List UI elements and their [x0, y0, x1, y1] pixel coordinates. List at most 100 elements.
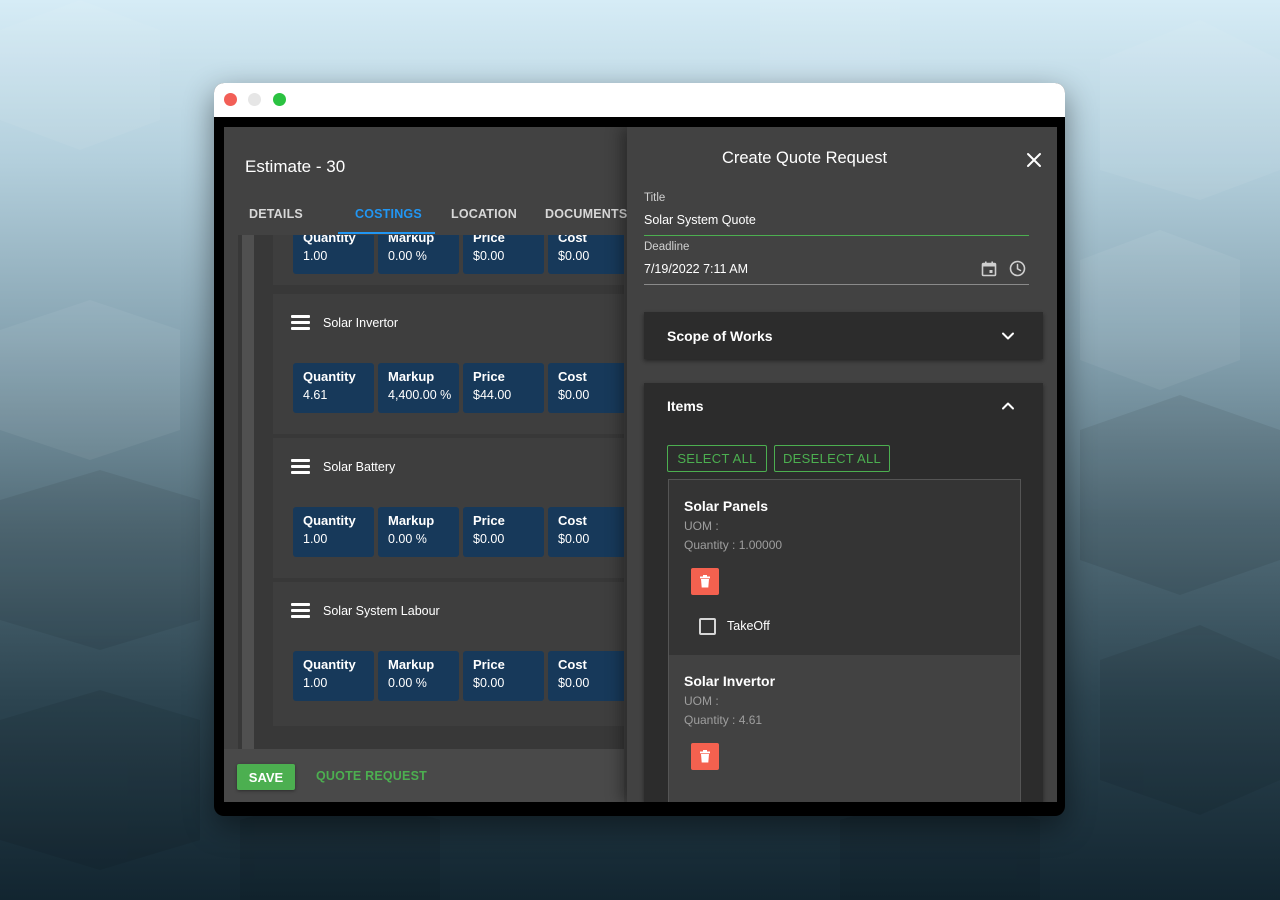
- card-label: Quantity: [303, 369, 356, 384]
- scope-of-works-panel[interactable]: Scope of Works: [644, 312, 1043, 359]
- tab-details[interactable]: DETAILS: [249, 207, 303, 221]
- card-value: $0.00: [473, 249, 505, 263]
- chevron-up-icon[interactable]: [1000, 398, 1016, 414]
- drag-handle-icon[interactable]: [291, 315, 310, 331]
- deadline-field-label: Deadline: [644, 241, 690, 253]
- drag-handle-icon[interactable]: [291, 459, 310, 475]
- app-window: Estimate - 30 DETAILS COSTINGS LOCATION …: [214, 83, 1065, 816]
- cost-card[interactable]: Cost $0.00: [548, 651, 624, 701]
- card-value: 1.00: [303, 676, 328, 690]
- window-maximize-button[interactable]: [273, 93, 286, 106]
- cost-cards: Quantity 1.00 Markup 0.00 % Price $0.00 Cos…: [293, 507, 624, 557]
- card-label: Markup: [388, 513, 435, 528]
- quote-item-uom: UOM :: [684, 694, 719, 708]
- title-input-underline: [644, 235, 1029, 236]
- cost-item-group: Solar Invertor Quantity 4.61 Markup 4,400.…: [273, 294, 624, 434]
- card-label: Cost: [558, 369, 587, 384]
- takeoff-checkbox[interactable]: [699, 618, 716, 635]
- drawer-title: Create Quote Request: [721, 149, 888, 167]
- tab-location[interactable]: LOCATION: [451, 207, 517, 221]
- quantity-card[interactable]: Quantity 1.00: [293, 235, 374, 274]
- markup-card[interactable]: Markup 0.00 %: [378, 507, 459, 557]
- list-rail: [242, 235, 254, 753]
- markup-card[interactable]: Markup 0.00 %: [378, 651, 459, 701]
- card-value: $0.00: [473, 532, 505, 546]
- card-value: 1.00: [303, 249, 328, 263]
- cost-item-group: Quantity 1.00 Markup 0.00 % Price $0.00 Cos…: [273, 235, 624, 285]
- costings-list[interactable]: Quantity 1.00 Markup 0.00 % Price $0.00 Cos…: [238, 235, 624, 753]
- quote-request-drawer: Create Quote Request Title Solar System …: [627, 127, 1057, 802]
- card-label: Quantity: [303, 235, 356, 245]
- quote-item-quantity: Quantity : 1.00000: [684, 538, 783, 552]
- cost-item-group: Solar Battery Quantity 1.00 Markup 0.00 % …: [273, 438, 624, 578]
- price-card[interactable]: Price $0.00: [463, 235, 544, 274]
- trash-icon: [700, 750, 710, 763]
- cost-cards: Quantity 1.00 Markup 0.00 % Price $0.00 Cos…: [293, 651, 624, 701]
- deselect-all-button[interactable]: DESELECT ALL: [774, 445, 890, 472]
- save-button[interactable]: SAVE: [237, 764, 295, 790]
- card-label: Cost: [558, 235, 587, 245]
- cost-cards: Quantity 4.61 Markup 4,400.00 % Price $44.0…: [293, 363, 624, 413]
- close-icon[interactable]: [1025, 151, 1043, 169]
- window-minimize-button[interactable]: [248, 93, 261, 106]
- card-value: $0.00: [558, 388, 590, 402]
- calendar-icon[interactable]: [981, 261, 997, 277]
- card-value: $0.00: [558, 249, 590, 263]
- quantity-card[interactable]: Quantity 1.00: [293, 507, 374, 557]
- card-label: Price: [473, 369, 505, 384]
- card-label: Markup: [388, 369, 435, 384]
- quote-request-button[interactable]: QUOTE REQUEST: [316, 769, 427, 783]
- estimate-footer: SAVE QUOTE REQUEST: [224, 749, 624, 802]
- card-label: Markup: [388, 235, 435, 245]
- estimate-panel: Estimate - 30 DETAILS COSTINGS LOCATION …: [224, 127, 627, 802]
- quote-item-name: Solar Invertor: [684, 673, 776, 689]
- card-label: Quantity: [303, 657, 356, 672]
- price-card[interactable]: Price $0.00: [463, 507, 544, 557]
- takeoff-label: TakeOff: [727, 619, 770, 633]
- card-label: Price: [473, 513, 505, 528]
- card-value: 0.00 %: [388, 676, 427, 690]
- cost-cards: Quantity 1.00 Markup 0.00 % Price $0.00 Cos…: [293, 235, 624, 274]
- window-titlebar: [214, 83, 1065, 117]
- title-field-label: Title: [644, 192, 666, 204]
- card-value: 0.00 %: [388, 532, 427, 546]
- quote-item-quantity: Quantity : 4.61: [684, 713, 763, 727]
- trash-icon: [700, 575, 710, 588]
- cost-card[interactable]: Cost $0.00: [548, 363, 624, 413]
- cost-card[interactable]: Cost $0.00: [548, 507, 624, 557]
- title-input[interactable]: Solar System Quote: [644, 213, 756, 227]
- card-value: 4.61: [303, 388, 328, 402]
- active-tab-indicator: [338, 232, 435, 234]
- card-value: $0.00: [558, 532, 590, 546]
- scope-panel-title: Scope of Works: [667, 328, 773, 344]
- markup-card[interactable]: Markup 0.00 %: [378, 235, 459, 274]
- tab-documents[interactable]: DOCUMENTS: [545, 207, 627, 221]
- deadline-input[interactable]: 7/19/2022 7:11 AM: [644, 262, 748, 276]
- price-card[interactable]: Price $0.00: [463, 651, 544, 701]
- deadline-input-underline: [644, 284, 1029, 285]
- tab-costings[interactable]: COSTINGS: [355, 207, 422, 221]
- quote-item-name: Solar Panels: [684, 498, 769, 514]
- card-label: Price: [473, 657, 505, 672]
- delete-item-button[interactable]: [691, 568, 719, 595]
- card-value: $0.00: [558, 676, 590, 690]
- clock-icon[interactable]: [1009, 260, 1026, 277]
- page-title: Estimate - 30: [245, 157, 346, 176]
- markup-card[interactable]: Markup 4,400.00 %: [378, 363, 459, 413]
- card-label: Price: [473, 235, 505, 245]
- quote-item-card: Solar Panels UOM : Quantity : 1.00000 Ta…: [668, 479, 1021, 655]
- card-value: $44.00: [473, 388, 512, 402]
- card-label: Quantity: [303, 513, 356, 528]
- chevron-down-icon[interactable]: [1000, 328, 1016, 344]
- delete-item-button[interactable]: [691, 743, 719, 770]
- window-close-button[interactable]: [224, 93, 237, 106]
- price-card[interactable]: Price $44.00: [463, 363, 544, 413]
- card-value: 4,400.00 %: [388, 388, 452, 402]
- drag-handle-icon[interactable]: [291, 603, 310, 619]
- select-all-button[interactable]: SELECT ALL: [667, 445, 767, 472]
- items-panel-title: Items: [667, 398, 704, 414]
- cost-item-name: Solar System Labour: [323, 604, 440, 618]
- quantity-card[interactable]: Quantity 4.61: [293, 363, 374, 413]
- quantity-card[interactable]: Quantity 1.00: [293, 651, 374, 701]
- cost-card[interactable]: Cost $0.00: [548, 235, 624, 274]
